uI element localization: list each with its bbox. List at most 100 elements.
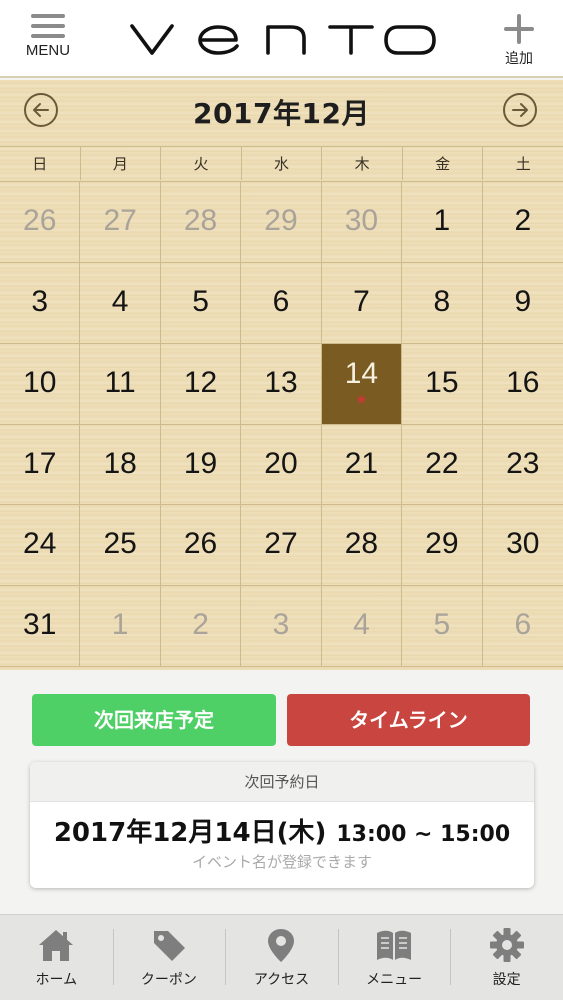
calendar-day[interactable]: 27 [241, 505, 322, 587]
day-number: 21 [344, 446, 379, 480]
menu-button[interactable]: MENU [18, 10, 78, 70]
calendar-day[interactable]: 23 [482, 425, 563, 506]
calendar-day[interactable]: 28 [160, 182, 242, 263]
event-star-icon: ★ [355, 390, 368, 407]
calendar-day[interactable]: 31 [0, 586, 81, 667]
day-number: 30 [506, 527, 540, 561]
day-number: 27 [264, 527, 298, 561]
calendar-day[interactable]: 3 [0, 262, 81, 344]
day-number: 28 [183, 204, 218, 237]
calendar-day[interactable]: 16 [482, 344, 563, 425]
calendar-day[interactable]: 5 [160, 262, 242, 344]
day-number: 5 [433, 608, 451, 642]
calendar-day[interactable]: 25 [80, 505, 161, 587]
weekday-label: 土 [515, 155, 531, 173]
day-number: 30 [344, 204, 379, 237]
timeline-button[interactable]: タイムライン [287, 694, 530, 746]
day-number: 28 [344, 527, 379, 561]
calendar-day[interactable]: 8 [402, 262, 483, 344]
day-number: 10 [23, 365, 57, 399]
arrow-right-icon [512, 103, 528, 117]
reservation-date: 2017年12月14日(木) [53, 818, 327, 848]
day-number: 6 [514, 608, 532, 642]
reservation-heading: 次回予約日 [30, 762, 534, 802]
calendar-day[interactable]: 26 [160, 505, 242, 587]
hamburger-icon [31, 14, 65, 38]
calendar-day[interactable]: 9 [482, 263, 563, 344]
calendar-day[interactable]: 11 [80, 343, 161, 425]
day-number: 29 [264, 204, 298, 237]
calendar-day[interactable]: 13 [241, 343, 322, 425]
tab-coupon[interactable]: クーポン [112, 915, 226, 1000]
tab-label: アクセス [253, 972, 310, 988]
calendar-day[interactable]: 17 [0, 424, 81, 506]
map-pin-icon [268, 929, 295, 962]
calendar-day[interactable]: 28 [321, 505, 403, 587]
calendar-day[interactable]: 1 [402, 182, 483, 263]
calendar-day[interactable]: 6 [241, 262, 322, 344]
day-number: 29 [425, 527, 459, 561]
day-number: 3 [31, 284, 49, 318]
calendar-day[interactable]: 4 [80, 262, 161, 344]
day-number: 5 [192, 284, 209, 318]
calendar-day-selected[interactable]: 14 ★ [321, 343, 403, 425]
calendar: 2017年12月 日月火水木金土 26 27 28 29 30 1 2 3 4 5 6 7 8 9 10 11… [0, 80, 563, 670]
calendar-day[interactable]: 19 [160, 424, 242, 506]
day-number: 31 [23, 608, 57, 642]
calendar-day[interactable]: 27 [80, 182, 161, 263]
day-number: 22 [425, 446, 459, 480]
calendar-day[interactable]: 29 [241, 182, 322, 263]
day-number: 26 [183, 527, 218, 561]
day-number: 12 [183, 365, 218, 399]
day-number: 3 [272, 608, 290, 642]
tab-label: クーポン [140, 972, 197, 988]
tab-home[interactable]: ホーム [0, 915, 113, 1000]
calendar-day[interactable]: 1 [80, 586, 161, 667]
calendar-day[interactable]: 10 [0, 343, 81, 425]
day-number: 17 [23, 446, 57, 480]
calendar-day[interactable]: 21 [321, 424, 403, 506]
app-header: MENU 追加 [0, 0, 563, 78]
tab-access[interactable]: アクセス [225, 915, 338, 1000]
tab-label: 設定 [492, 972, 521, 988]
calendar-day[interactable]: 4 [321, 586, 403, 667]
day-number: 4 [111, 284, 129, 318]
calendar-day[interactable]: 5 [402, 586, 483, 667]
weekday-header: 日月火水木金 土 [0, 146, 563, 180]
calendar-day[interactable]: 12 [160, 343, 242, 425]
calendar-day[interactable]: 30 [482, 505, 563, 587]
calendar-day[interactable]: 2 [160, 586, 242, 667]
day-number: 27 [103, 204, 137, 237]
calendar-day[interactable]: 3 [241, 586, 322, 667]
action-buttons: 次回来店予定 タイムライン [32, 694, 530, 746]
calendar-day[interactable]: 29 [402, 505, 483, 587]
calendar-day[interactable]: 30 [321, 182, 403, 263]
add-button[interactable]: 追加 [497, 10, 541, 70]
day-number: 14 [344, 356, 379, 390]
day-number: 7 [353, 284, 370, 318]
calendar-day[interactable]: 24 [0, 505, 81, 587]
calendar-day[interactable]: 7 [321, 262, 403, 344]
calendar-day[interactable]: 15 [402, 343, 483, 425]
reservation-datetime: 2017年12月14日(木) 13:00 ~ 15:00 [30, 812, 534, 849]
calendar-day[interactable]: 26 [0, 182, 81, 263]
calendar-day[interactable]: 22 [402, 424, 483, 506]
calendar-day[interactable]: 20 [241, 424, 322, 506]
calendar-day[interactable]: 2 [482, 182, 563, 263]
add-label: 追加 [505, 51, 533, 67]
tab-menu[interactable]: メニュー [337, 915, 451, 1000]
calendar-day[interactable]: 18 [80, 424, 161, 506]
next-reservation-card[interactable]: 次回予約日 2017年12月14日(木) 13:00 ~ 15:00 イベント名が… [30, 762, 534, 888]
next-visit-button[interactable]: 次回来店予定 [32, 694, 276, 746]
menu-label: MENU [25, 42, 71, 59]
calendar-day[interactable]: 6 [482, 586, 563, 667]
next-month-button[interactable] [503, 93, 537, 127]
day-number: 1 [111, 608, 129, 642]
month-bar: 2017年12月 [0, 80, 563, 144]
day-number: 23 [506, 446, 540, 480]
weekday-label: 水 [242, 147, 323, 180]
day-number: 18 [103, 446, 137, 480]
day-number: 24 [23, 527, 57, 561]
tab-settings[interactable]: 設定 [450, 915, 563, 1000]
reservation-time: 13:00 ~ 15:00 [336, 822, 511, 847]
